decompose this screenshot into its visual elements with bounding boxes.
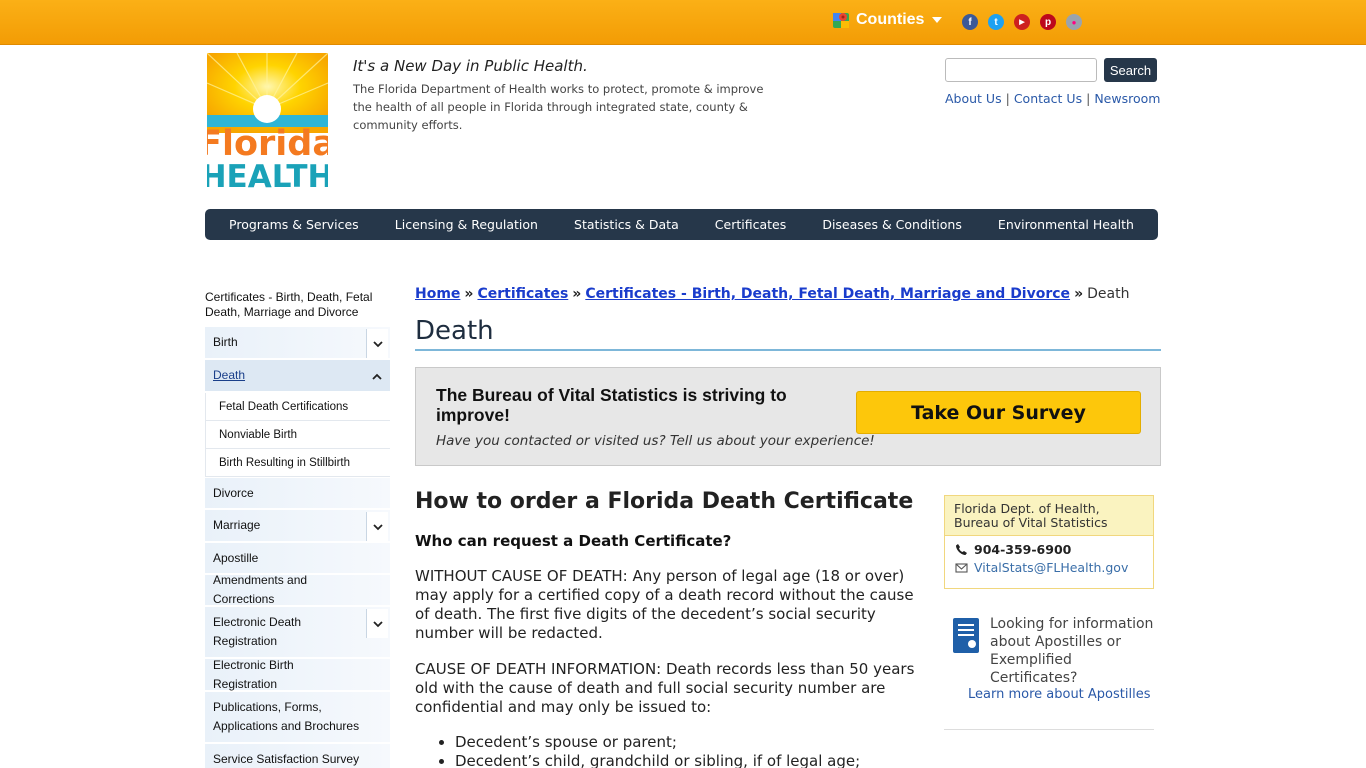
certificate-icon [953, 618, 979, 653]
utility-links: About Us | Contact Us | Newsroom [945, 91, 1160, 106]
divider [944, 729, 1154, 730]
nav-certificates[interactable]: Certificates [715, 217, 786, 232]
sidebar-item-label: Amendments and Corrections [213, 573, 308, 606]
about-us-link[interactable]: About Us [945, 91, 1002, 106]
florida-health-logo[interactable]: Florida HEALTH [207, 53, 328, 188]
sidebar-item-label: Death [213, 368, 246, 382]
nav-statistics-data[interactable]: Statistics & Data [574, 217, 679, 232]
sidebar-item-service-satisfaction-survey[interactable]: Service Satisfaction Survey [205, 744, 390, 768]
sidebar-item-label: Birth [213, 335, 238, 349]
sidebar-item-publications[interactable]: Publications, Forms, Applications and Br… [205, 692, 390, 744]
section-heading: How to order a Florida Death Certificate [415, 489, 914, 514]
eligible-list: Decedent’s spouse or parent; Decedent’s … [455, 733, 860, 768]
sidebar-item-amendments[interactable]: Amendments and Corrections [205, 573, 390, 607]
expand-toggle[interactable] [366, 329, 388, 358]
contact-us-link[interactable]: Contact Us [1014, 91, 1082, 106]
flickr-icon[interactable]: ● [1066, 14, 1082, 30]
main-navigation: Programs & Services Licensing & Regulati… [205, 209, 1158, 240]
contact-email: VitalStats@FLHealth.gov [945, 560, 1153, 575]
top-bar: Counties f t ▶ p ● [0, 0, 1366, 45]
nav-diseases-conditions[interactable]: Diseases & Conditions [822, 217, 962, 232]
survey-heading: The Bureau of Vital Statistics is strivi… [436, 385, 787, 425]
expand-toggle[interactable] [366, 512, 388, 541]
breadcrumb-section[interactable]: Certificates - Birth, Death, Fetal Death… [585, 286, 1070, 302]
phone-number[interactable]: 904-359-6900 [974, 542, 1071, 557]
subsection-heading: Who can request a Death Certificate? [415, 532, 732, 550]
survey-subtext: Have you contacted or visited us? Tell u… [436, 433, 875, 449]
breadcrumb-separator: » [464, 286, 474, 302]
sidebar-subitem-stillbirth[interactable]: Birth Resulting in Stillbirth [205, 449, 390, 477]
breadcrumb-home[interactable]: Home [415, 286, 460, 302]
contact-box: Florida Dept. of Health, Bureau of Vital… [944, 495, 1154, 589]
counties-label: Counties [856, 11, 925, 28]
title-divider [415, 349, 1161, 351]
paragraph-without-cause: WITHOUT CAUSE OF DEATH: Any person of le… [415, 567, 914, 642]
chevron-down-icon [372, 620, 383, 627]
tagline: It's a New Day in Public Health. [353, 57, 588, 75]
search-button[interactable]: Search [1104, 58, 1157, 82]
nav-programs-services[interactable]: Programs & Services [229, 217, 359, 232]
facebook-icon[interactable]: f [962, 14, 978, 30]
collapse-toggle[interactable] [366, 362, 388, 391]
breadcrumb-certificates[interactable]: Certificates [477, 286, 568, 302]
twitter-icon[interactable]: t [988, 14, 1004, 30]
sidebar-item-label: Electronic Death Registration [213, 615, 302, 648]
sidebar-item-divorce[interactable]: Divorce [205, 478, 390, 510]
learn-more-apostilles-link[interactable]: Learn more about Apostilles [968, 687, 1151, 702]
sidebar-item-electronic-birth-registration[interactable]: Electronic Birth Registration [205, 657, 390, 692]
nav-licensing-regulation[interactable]: Licensing & Regulation [395, 217, 538, 232]
sidebar-item-label: Marriage [213, 518, 261, 532]
sidebar-subitem-nonviable-birth[interactable]: Nonviable Birth [205, 421, 390, 449]
phone-icon [956, 544, 967, 555]
page-title: Death [415, 316, 494, 346]
contact-phone: 904-359-6900 [945, 542, 1153, 557]
separator: | [1005, 91, 1010, 106]
expand-toggle[interactable] [366, 609, 388, 638]
sidebar-item-label: Service Satisfaction Survey [213, 751, 360, 766]
apostille-text: Looking for information about Apostilles… [990, 616, 1154, 686]
sidebar-item-label: Electronic Birth Registration [213, 657, 294, 691]
list-item: Decedent’s child, grandchild or sibling,… [455, 752, 860, 768]
contact-heading: Florida Dept. of Health, Bureau of Vital… [945, 496, 1153, 536]
list-item: Decedent’s spouse or parent; [455, 733, 860, 752]
newsroom-link[interactable]: Newsroom [1094, 91, 1160, 106]
breadcrumb-current: Death [1087, 286, 1130, 302]
sidebar-item-label: Apostille [213, 550, 259, 565]
email-link[interactable]: VitalStats@FLHealth.gov [974, 560, 1128, 575]
envelope-icon [955, 563, 968, 573]
social-links: f t ▶ p ● [962, 14, 1082, 30]
counties-dropdown[interactable]: Counties [832, 11, 943, 29]
sidebar-item-marriage[interactable]: Marriage [205, 510, 390, 543]
chevron-up-icon [372, 373, 382, 380]
sidebar-item-label: Divorce [213, 485, 254, 500]
paragraph-cause-of-death: CAUSE OF DEATH INFORMATION: Death record… [415, 660, 915, 716]
breadcrumb: Home» Certificates» Certificates - Birth, … [415, 286, 1129, 302]
youtube-icon[interactable]: ▶ [1014, 14, 1030, 30]
sidebar-nav: Birth Death Fetal Death Certifications N… [205, 327, 390, 768]
separator: | [1086, 91, 1091, 106]
sidebar-item-label: Publications, Forms, Applications and Br… [213, 700, 360, 733]
chevron-down-icon [372, 523, 383, 530]
chevron-down-icon [932, 17, 943, 23]
chevron-down-icon [372, 340, 383, 347]
sidebar-item-birth[interactable]: Birth [205, 327, 390, 360]
pinterest-icon[interactable]: p [1040, 14, 1056, 30]
nav-environmental-health[interactable]: Environmental Health [998, 217, 1134, 232]
logo-word-florida: Florida [207, 124, 328, 164]
search-input[interactable] [945, 58, 1097, 82]
logo-word-health: HEALTH [207, 159, 328, 188]
breadcrumb-separator: » [572, 286, 582, 302]
sidebar-item-electronic-death-registration[interactable]: Electronic Death Registration [205, 607, 390, 659]
sidebar-title: Certificates - Birth, Death, Fetal Death… [205, 290, 373, 319]
sidebar-subitem-fetal-death[interactable]: Fetal Death Certifications [205, 393, 390, 421]
sidebar-item-death[interactable]: Death [205, 360, 390, 393]
breadcrumb-separator: » [1074, 286, 1084, 302]
survey-banner: The Bureau of Vital Statistics is strivi… [415, 367, 1161, 466]
mission-statement: The Florida Department of Health works t… [353, 82, 764, 132]
map-pin-icon [833, 13, 849, 28]
take-survey-button[interactable]: Take Our Survey [856, 391, 1141, 434]
